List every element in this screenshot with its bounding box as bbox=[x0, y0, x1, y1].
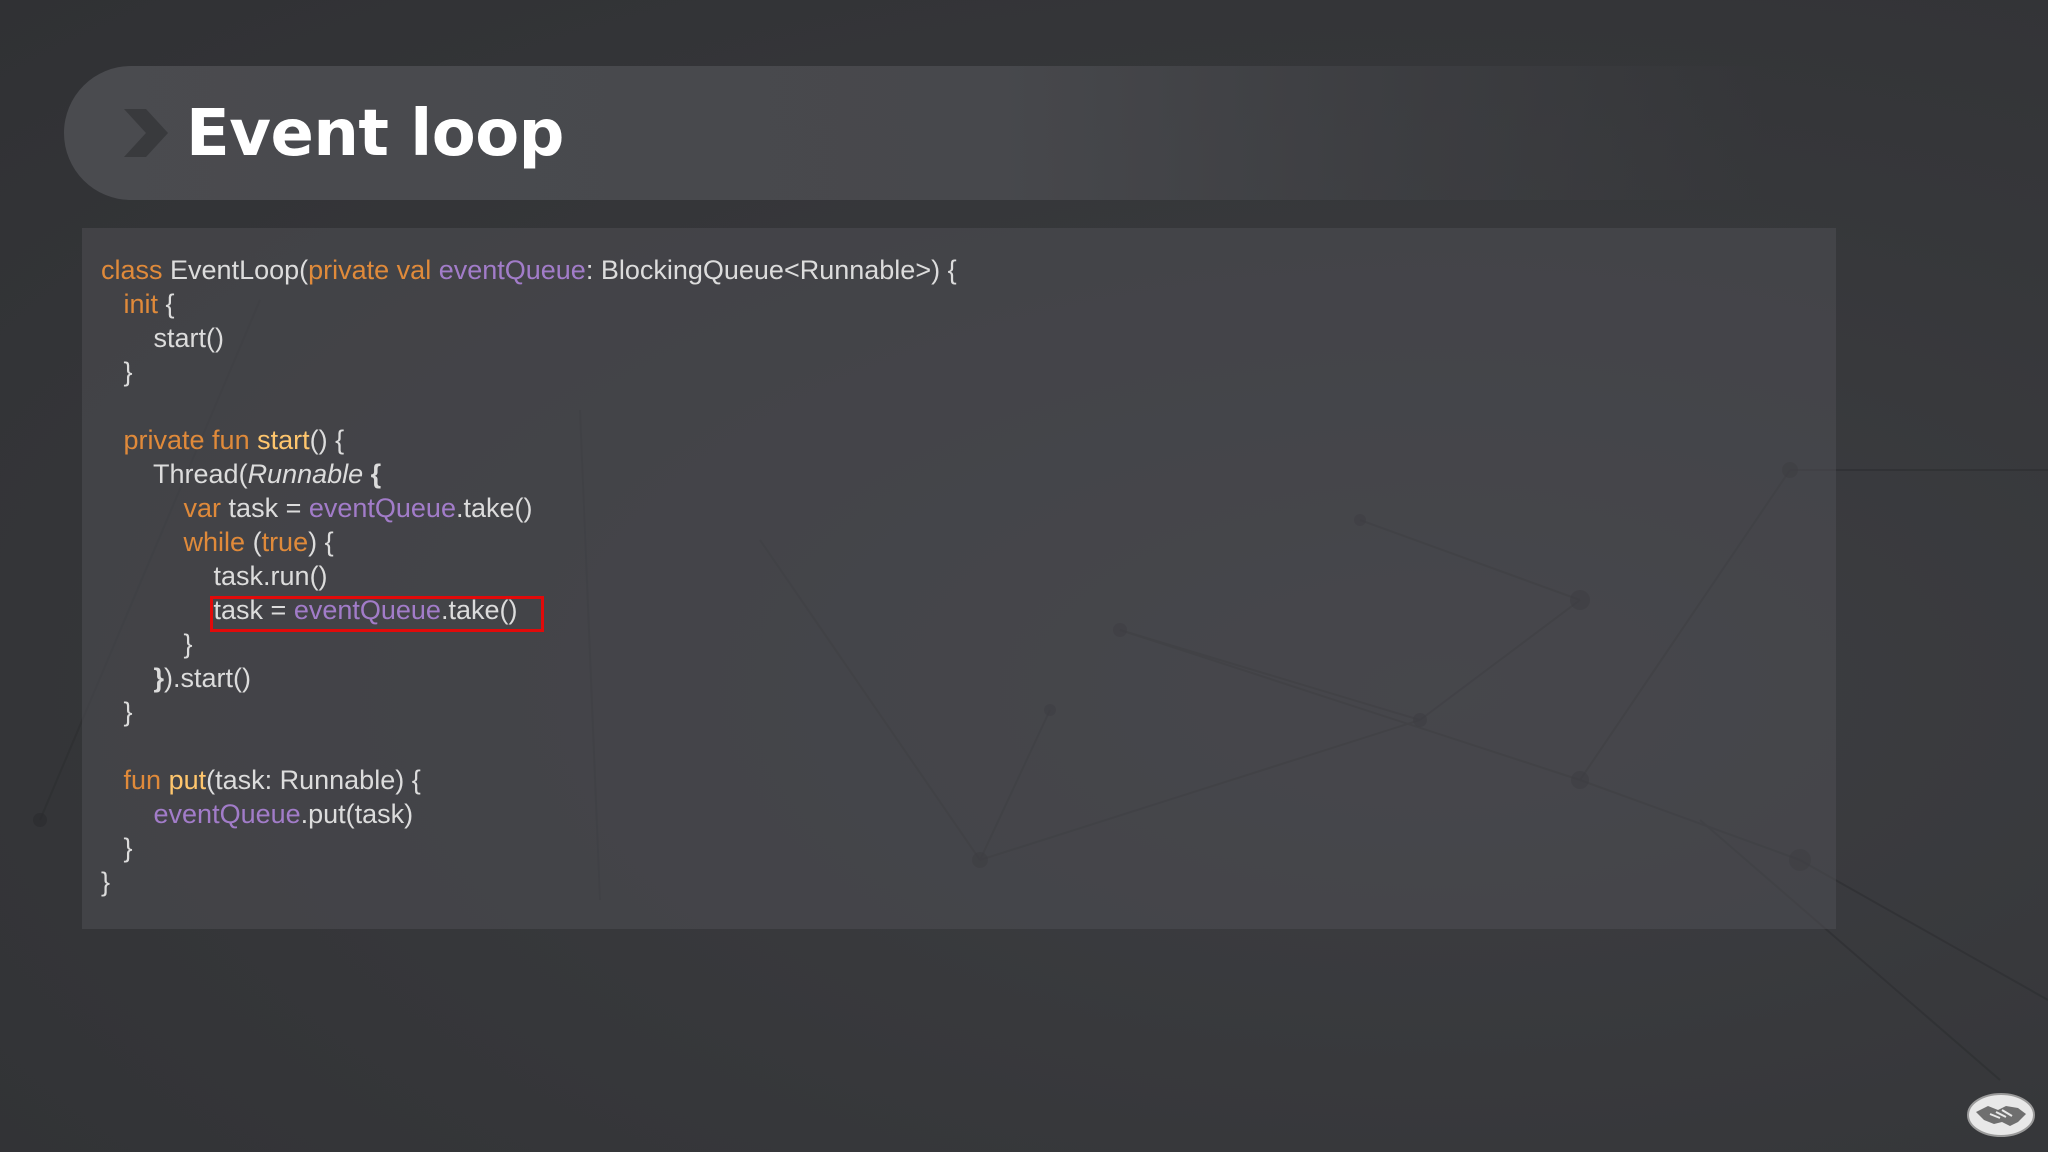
code-token: var bbox=[183, 493, 229, 523]
code-token: } bbox=[101, 697, 133, 727]
code-token: task.run() bbox=[101, 561, 328, 591]
code-token: Thread( bbox=[101, 459, 248, 489]
code-token: eventQueue bbox=[308, 493, 456, 523]
code-line: private fun start() { bbox=[101, 423, 345, 457]
code-line: start() bbox=[101, 321, 225, 355]
code-token: () { bbox=[309, 425, 345, 455]
code-token: { bbox=[363, 459, 382, 489]
code-token: .put(task) bbox=[300, 799, 414, 829]
code-line: eventQueue.put(task) bbox=[101, 797, 414, 831]
code-line: fun put(task: Runnable) { bbox=[101, 763, 421, 797]
code-token: private val bbox=[308, 255, 439, 285]
code-token: eventQueue bbox=[153, 799, 301, 829]
code-line: init { bbox=[101, 287, 175, 321]
code-token: } bbox=[101, 833, 133, 863]
code-line: task.run() bbox=[101, 559, 328, 593]
code-token: true bbox=[261, 527, 309, 557]
code-token: { bbox=[158, 289, 175, 319]
code-token: } bbox=[153, 663, 165, 693]
code-line: } bbox=[101, 865, 110, 899]
code-token: eventQueue bbox=[438, 255, 586, 285]
code-token: ) { bbox=[308, 527, 334, 557]
code-token: init bbox=[123, 289, 159, 319]
code-token: ).start() bbox=[164, 663, 252, 693]
code-token: } bbox=[101, 629, 193, 659]
code-token: Runnable bbox=[247, 459, 364, 489]
highlight-box bbox=[210, 596, 544, 632]
code-token: : BlockingQueue<Runnable>) { bbox=[585, 255, 957, 285]
code-token: (task: Runnable) { bbox=[206, 765, 421, 795]
code-token: ( bbox=[252, 527, 262, 557]
code-line: } bbox=[101, 627, 193, 661]
chevron-right-icon bbox=[124, 109, 168, 157]
code-token: } bbox=[101, 867, 111, 897]
code-token: put bbox=[168, 765, 207, 795]
code-token: task = bbox=[228, 493, 309, 523]
code-line: }).start() bbox=[101, 661, 252, 695]
code-token: EventLoop( bbox=[170, 255, 309, 285]
code-line: } bbox=[101, 695, 133, 729]
code-token: private fun bbox=[123, 425, 258, 455]
code-line: class EventLoop(private val eventQueue: … bbox=[101, 253, 957, 287]
code-line: } bbox=[101, 831, 133, 865]
code-line: var task = eventQueue.take() bbox=[101, 491, 533, 525]
code-token: while bbox=[183, 527, 253, 557]
code-line: Thread(Runnable { bbox=[101, 457, 381, 491]
handshake-icon bbox=[1967, 1093, 2035, 1137]
code-line: } bbox=[101, 355, 133, 389]
code-token: start bbox=[257, 425, 310, 455]
slide-title: Event loop bbox=[186, 97, 564, 171]
code-token: start() bbox=[101, 323, 225, 353]
code-token: class bbox=[101, 255, 171, 285]
code-token: .take() bbox=[455, 493, 533, 523]
code-token: } bbox=[101, 357, 133, 387]
code-line: while (true) { bbox=[101, 525, 334, 559]
code-token: fun bbox=[123, 765, 169, 795]
